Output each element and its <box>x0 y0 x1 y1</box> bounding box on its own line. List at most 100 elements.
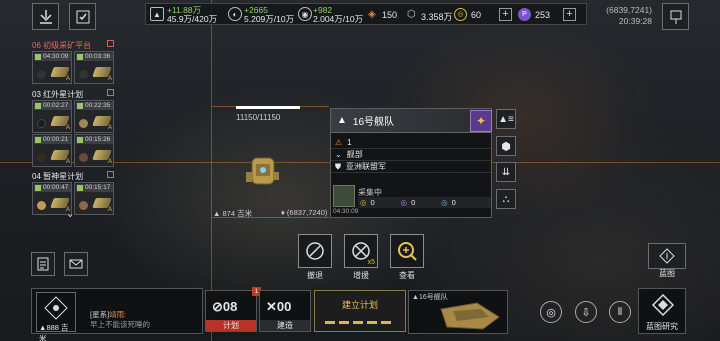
fleet-ship[interactable] <box>242 150 282 190</box>
list-item[interactable]: 00:15:17 A <box>74 182 114 215</box>
cargo-crystal: 0 <box>411 198 416 207</box>
build-icon: ✕ <box>266 299 277 314</box>
chat-channel: [星系] <box>90 310 110 319</box>
gas-value: 2.004万/10万 <box>313 14 364 24</box>
envelope-icon <box>69 259 83 269</box>
fleet-list-button[interactable]: ▲≡ <box>496 109 516 129</box>
plan-count-value: 08 <box>222 299 238 314</box>
fuel-icon: ◈ <box>368 9 376 20</box>
alloy-icon: ⬡ <box>407 9 416 20</box>
gold-value: 60 <box>471 10 482 20</box>
compass-icon <box>39 9 52 24</box>
download-icon: ⇩ <box>581 306 591 319</box>
radar-icon <box>44 296 68 320</box>
plan-button[interactable]: 1 ⊘08 计划 <box>205 287 261 332</box>
radar-button[interactable]: ▲888 吉米 <box>36 292 76 341</box>
mail-list-button[interactable] <box>31 252 55 276</box>
mail-button[interactable] <box>64 252 88 276</box>
blueprint-research-button[interactable]: 蓝图研究 <box>638 288 686 334</box>
item-timer: 04:30:09 <box>34 53 71 61</box>
level-mark: A <box>65 159 70 165</box>
add-gold-button[interactable]: + <box>499 8 512 21</box>
chat-user: 靖雨: <box>109 310 127 319</box>
spread-button[interactable]: ⛬ <box>496 189 516 209</box>
formation-button[interactable]: ⇊ <box>496 162 516 182</box>
list-item[interactable]: 04:30:09 A <box>32 51 72 84</box>
item-orb <box>37 70 46 79</box>
gas-icon: ◎ <box>441 198 448 207</box>
level-mark: A <box>107 125 112 131</box>
group-neptune-title: 04 暂神星计划 <box>32 171 83 182</box>
blueprint-label: 蓝图 <box>659 269 675 278</box>
resource-crystal: +2665 5.209万/10万 <box>244 6 294 24</box>
research-icon <box>651 293 675 317</box>
bookmark-button[interactable] <box>662 3 689 30</box>
collapse-up-icon[interactable]: ▲ <box>337 115 347 126</box>
plan-icon: ⊘ <box>212 299 223 314</box>
level-mark: A <box>65 125 70 131</box>
view-button[interactable] <box>390 234 424 268</box>
cube-icon: ⬢ <box>501 140 511 153</box>
fleet-nav-button[interactable] <box>32 3 59 30</box>
galaxy-button[interactable]: ◎ <box>540 301 562 323</box>
withdraw-button[interactable] <box>298 234 332 268</box>
game-clock: 20:39:28 <box>618 16 652 26</box>
item-orb <box>37 201 46 210</box>
gas-icon: ◉ <box>298 7 312 21</box>
ship-thumbnail-icon <box>440 302 500 330</box>
warning-icon: ⚠ <box>335 138 343 147</box>
build-button[interactable]: ✕00 建造 <box>259 290 311 332</box>
fleet-card[interactable]: ▲16号舰队 <box>408 290 508 334</box>
plan-count: ⊘08 <box>212 299 237 315</box>
chat-panel[interactable]: ▲888 吉米 [星系]靖雨: 早上不能该死睡的 <box>31 288 203 341</box>
level-mark: A <box>107 159 112 165</box>
item-orb <box>79 153 88 162</box>
ore-value: 45.9万/420万 <box>167 14 218 24</box>
crystal-icon: ◎ <box>400 198 408 207</box>
level-row: ⚠ 1 <box>331 137 491 149</box>
chat-message: 早上不能该死睡的 <box>90 320 150 329</box>
faction-emblem-icon: ✦ <box>470 110 492 132</box>
radar-distance: ▲888 吉米 <box>39 323 69 341</box>
add-gem-button[interactable]: + <box>563 8 576 21</box>
reinforce-button[interactable]: x5 <box>344 234 378 268</box>
create-plan-button[interactable]: 建立计划 <box>314 290 406 332</box>
item-timer: 00:03:36 <box>76 53 113 61</box>
blueprint-research-label: 蓝图研究 <box>646 322 678 331</box>
list-item[interactable]: 00:22:35 A <box>74 100 114 133</box>
blueprint-button[interactable] <box>648 243 686 269</box>
production-list[interactable]: 06 初级采矿平台 04:30:09 A 00:03:36 A 03 红外星计划 0… <box>30 38 114 220</box>
gold-icon: ◎ <box>454 8 467 21</box>
item-orb <box>37 153 46 162</box>
triangle-nodes-icon: ⛬ <box>502 193 510 205</box>
ship-sprite-icon <box>246 157 279 185</box>
list-item[interactable]: 00:15:26 A <box>74 134 114 167</box>
resource-bar: ▲ +11.88万 45.9万/420万 ◐ +2665 5.209万/10万 … <box>145 3 587 25</box>
fleet-info-panel: ▲ 16号舰队 ✦ ⚠ 1 ⌄ 舰部 ⛊ 亚洲联盟军 采集中 04:30:09 ◎ 0 … <box>330 108 492 218</box>
item-timer: 00:15:26 <box>76 136 113 144</box>
reinforce-count: x5 <box>367 259 375 266</box>
coords-clock: (6839,7241) 20:39:28 <box>602 5 652 27</box>
tasks-button[interactable] <box>69 3 96 30</box>
list-item[interactable]: 00:02:27 A <box>32 100 72 133</box>
group-mining-label: 06 初级采矿平台 <box>32 41 92 50</box>
cube-button[interactable]: ⬢ <box>496 136 516 156</box>
create-plan-label: 建立计划 <box>341 300 378 310</box>
ore-icon: ◎ <box>360 198 367 207</box>
map-coordinates: (6839,7241) <box>606 5 652 15</box>
list-item[interactable]: 00:03:36 A <box>74 51 114 84</box>
build-label: 建造 <box>260 320 310 331</box>
resource-ore: +11.88万 45.9万/420万 <box>167 6 217 24</box>
list-item[interactable]: 00:00:21 A <box>32 134 72 167</box>
download-button[interactable]: ⇩ <box>575 301 597 323</box>
reinforce-label: 增援 <box>353 271 369 280</box>
target-distance: ▲ 874 吉米 <box>213 209 253 218</box>
item-timer: 00:22:35 <box>76 102 113 110</box>
cargo-gas: 0 <box>451 198 456 207</box>
bars-button[interactable]: ⫴ <box>609 301 631 323</box>
ore-icon: ▲ <box>150 7 164 21</box>
expand-chevron-icon[interactable]: ⌄ <box>66 209 74 220</box>
task-timer: 04:30:09 <box>333 208 359 215</box>
plan-label: 计划 <box>206 320 256 331</box>
group-infrared-label: 03 红外星计划 <box>32 90 84 99</box>
